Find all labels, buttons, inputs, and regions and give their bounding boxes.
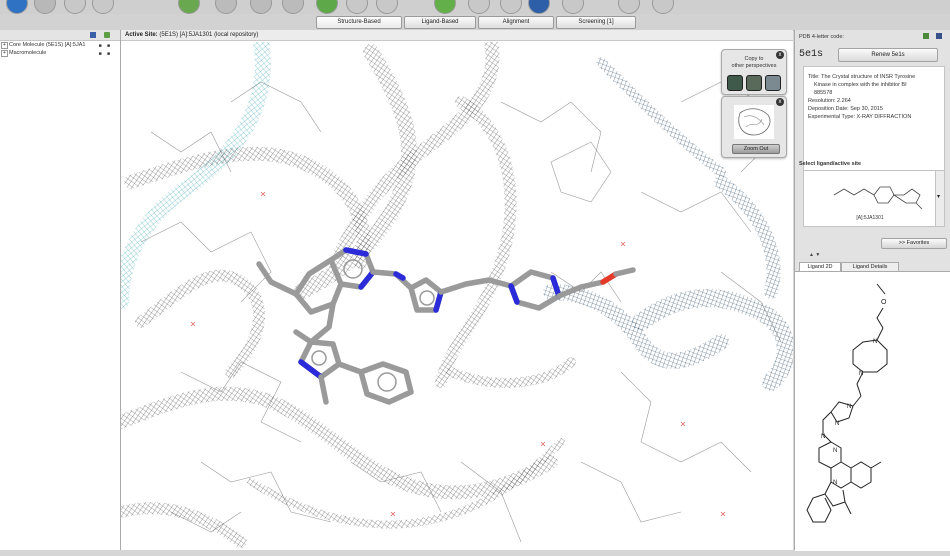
perspective-1-icon[interactable]	[727, 75, 743, 91]
ligand-2d-structure: O N N N N N N N	[806, 283, 888, 523]
viewport-header: Active Site: (5E1S) [A]:5JA1301 (local r…	[121, 30, 793, 41]
svg-text:N: N	[859, 371, 863, 377]
ligand-thumbnail	[833, 186, 923, 210]
tool-icon[interactable]	[282, 0, 304, 14]
chevron-down-icon: ▾	[937, 194, 941, 200]
ligand-2d-view: O N N N N N N N	[795, 271, 950, 551]
pdb-title: Title: The Crystal structure of INSR Tyr…	[808, 74, 916, 80]
export-icon[interactable]	[923, 33, 929, 39]
molecule-tree-panel: + Core Molecule (5E1S) [A]:5JA1 ■ ■ + Ma…	[0, 30, 121, 550]
add-icon[interactable]	[316, 0, 338, 14]
copy-perspectives-panel: x Copy to other perspectives	[721, 49, 787, 95]
select-ligand-label: Select ligand/active site	[799, 161, 862, 167]
tool-icon[interactable]	[562, 0, 584, 14]
expand-icon[interactable]: +	[1, 42, 8, 49]
main-toolbar	[0, 0, 950, 14]
zoom-out-button[interactable]: Zoom Out	[732, 144, 780, 154]
pdb-details: Title: The Crystal structure of INSR Tyr…	[803, 66, 945, 172]
viewport-3d[interactable]: Active Site: (5E1S) [A]:5JA1301 (local r…	[121, 30, 793, 550]
tool-icon[interactable]	[215, 0, 237, 14]
svg-text:O: O	[881, 299, 887, 306]
tool-icon[interactable]	[618, 0, 640, 14]
tab-alignment[interactable]: Alignment	[478, 16, 554, 29]
perspective-2-icon[interactable]	[746, 75, 762, 91]
tree-header	[0, 30, 120, 41]
tree-item-macromolecule[interactable]: + Macromolecule ■ ■	[0, 49, 120, 57]
pdb-info-panel: PDB 4-letter code: 5e1s Renew 5e1s Title…	[794, 30, 950, 551]
molecule-icon[interactable]	[178, 0, 200, 14]
tool-icon[interactable]	[500, 0, 522, 14]
molecule-scene[interactable]	[121, 42, 793, 550]
thumbnail-image	[734, 105, 774, 139]
ligand-scroll-button[interactable]: ▾	[935, 170, 945, 227]
tool-icon[interactable]	[376, 0, 398, 14]
expand-icon[interactable]: +	[1, 50, 8, 57]
tool-icon[interactable]	[92, 0, 114, 14]
protein-ribbon-mesh	[121, 42, 793, 548]
tree-item-label: Core Molecule (5E1S) [A]:5JA1	[9, 42, 86, 48]
pdb-title-cont: 885578	[814, 90, 833, 96]
pdb-deposition-date: Deposition Date: Sep 30, 2015	[808, 106, 883, 112]
tab-ligand-based[interactable]: Ligand-Based	[404, 16, 476, 29]
mode-tabs: Structure-Based Ligand-Based Alignment S…	[0, 14, 950, 31]
pdb-code-label: PDB 4-letter code:	[799, 34, 844, 40]
svg-text:N: N	[835, 421, 839, 427]
renew-button[interactable]: Renew 5e1s	[838, 48, 938, 62]
tool-icon[interactable]	[346, 0, 368, 14]
pdb-experimental-type: Experimental Type: X-RAY DIFFRACTION	[808, 114, 912, 120]
tab-structure-based[interactable]: Structure-Based	[316, 16, 402, 29]
info-icon[interactable]	[528, 0, 550, 14]
active-site-value: (5E1S) [A]:5JA1301	[159, 32, 213, 38]
active-site-label: Active Site:	[125, 32, 158, 38]
ligand-selector[interactable]: [A]:5JA1301	[803, 170, 937, 227]
close-icon[interactable]: x	[776, 98, 784, 106]
ligand-name: [A]:5JA1301	[856, 215, 884, 221]
visibility-icons[interactable]: ■ ■	[99, 50, 112, 58]
tool-icon[interactable]	[652, 0, 674, 14]
tool-icon[interactable]	[468, 0, 490, 14]
tool-icon[interactable]	[250, 0, 272, 14]
collapse-icon[interactable]	[90, 32, 96, 38]
pdb-resolution: Resolution: 2.264	[808, 98, 851, 104]
copy-title: Copy to other perspectives	[731, 56, 777, 69]
collapse-arrows-icon[interactable]: ▲ ▼	[809, 252, 820, 258]
perspective-3-icon[interactable]	[765, 75, 781, 91]
tab-screening[interactable]: Screening [1]	[556, 16, 636, 29]
tree-item-label: Macromolecule	[9, 50, 47, 56]
favorites-button[interactable]: >> Favorites	[881, 238, 947, 249]
back-icon[interactable]	[34, 0, 56, 14]
svg-text:N: N	[833, 480, 837, 486]
active-site-source: (local repository)	[214, 32, 259, 38]
pdb-code-input[interactable]: 5e1s	[799, 48, 829, 61]
svg-text:N: N	[821, 434, 825, 440]
print-icon[interactable]	[936, 33, 942, 39]
refresh-icon[interactable]	[6, 0, 28, 14]
svg-text:N: N	[873, 339, 877, 345]
svg-text:N: N	[833, 448, 837, 454]
settings-icon[interactable]	[434, 0, 456, 14]
tool-icon[interactable]	[64, 0, 86, 14]
pdb-title-cont: Kinase in complex with the inhibitor BI	[814, 82, 907, 88]
add-molecule-icon[interactable]	[104, 32, 110, 38]
tree-item-core-molecule[interactable]: + Core Molecule (5E1S) [A]:5JA1 ■ ■	[0, 41, 120, 49]
thumbnail-panel: x Zoom Out	[721, 96, 787, 158]
svg-text:N: N	[847, 404, 851, 410]
